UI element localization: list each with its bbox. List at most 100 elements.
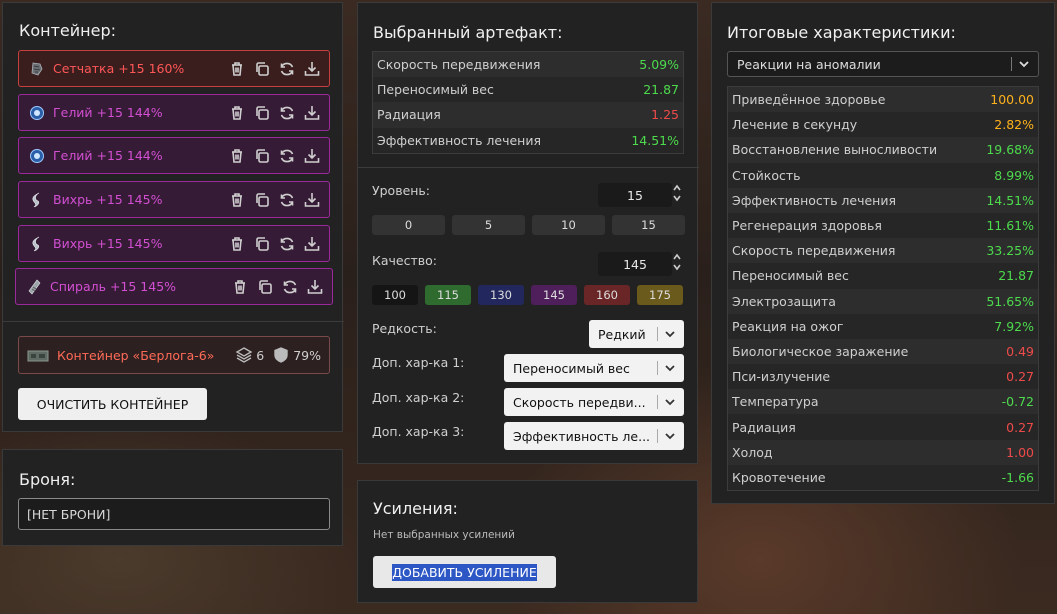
level-preset-chip[interactable]: 15 — [612, 215, 685, 235]
download-icon[interactable] — [303, 191, 321, 209]
refresh-icon[interactable] — [278, 191, 296, 209]
copy-icon[interactable] — [253, 235, 271, 253]
extra1-select[interactable]: Переносимый вес — [504, 354, 684, 382]
level-spinner[interactable] — [672, 183, 682, 207]
download-icon[interactable] — [303, 104, 321, 122]
shield-icon — [274, 347, 288, 363]
refresh-icon[interactable] — [278, 235, 296, 253]
chevron-down-icon — [665, 399, 675, 406]
refresh-icon[interactable] — [278, 60, 296, 78]
trash-icon[interactable] — [228, 191, 246, 209]
trash-icon[interactable] — [228, 147, 246, 165]
artifact-row[interactable]: Вихрь +15 145% — [18, 181, 330, 218]
stat-name: Эффективность лечения — [377, 132, 542, 148]
spiral-artifact-icon — [26, 279, 42, 295]
refresh-icon[interactable] — [278, 147, 296, 165]
copy-icon[interactable] — [253, 60, 271, 78]
stat-row: Пси-излучение 0.27 — [728, 364, 1038, 390]
quality-label: Качество: — [372, 253, 437, 268]
mesh-artifact-icon — [29, 61, 45, 77]
quality-preset-chip[interactable]: 115 — [425, 285, 471, 305]
trash-icon[interactable] — [228, 235, 246, 253]
download-icon[interactable] — [303, 60, 321, 78]
download-icon[interactable] — [303, 147, 321, 165]
quality-preset-chip[interactable]: 145 — [531, 285, 577, 305]
layers-icon — [235, 347, 253, 363]
stat-name: Переносимый вес — [732, 268, 849, 284]
armor-panel: Броня: [НЕТ БРОНИ] — [2, 449, 343, 546]
chevron-down-icon[interactable] — [672, 193, 682, 203]
stat-value: -1.66 — [1001, 469, 1034, 485]
stat-value: -0.72 — [1001, 394, 1034, 410]
rarity-select[interactable]: Редкий — [589, 320, 684, 348]
stat-name: Температура — [732, 394, 819, 410]
level-preset-chip[interactable]: 5 — [452, 215, 525, 235]
copy-icon[interactable] — [253, 104, 271, 122]
stat-row: Эффективность лечения 14.51% — [373, 127, 683, 153]
artifact-row[interactable]: Гелий +15 144% — [18, 94, 330, 131]
container-divider — [3, 321, 344, 322]
artifact-row[interactable]: Гелий +15 144% — [18, 137, 330, 174]
level-preset-chip[interactable]: 10 — [532, 215, 605, 235]
stat-value: 7.92% — [994, 318, 1034, 334]
add-boost-button[interactable]: ДОБАВИТЬ УСИЛЕНИЕ — [373, 556, 556, 588]
copy-icon[interactable] — [256, 278, 274, 296]
artifact-row[interactable]: Спираль +15 145% — [15, 268, 333, 305]
extra3-select[interactable]: Эффективность ле... — [504, 422, 684, 450]
selected-stats-table: Скорость передвижения 5.09% Переносимый ве… — [372, 51, 684, 154]
chevron-up-icon[interactable] — [672, 252, 682, 262]
quality-preset-chip[interactable]: 130 — [478, 285, 524, 305]
stat-row: Приведённое здоровье 100.00 — [728, 87, 1038, 113]
download-icon[interactable] — [303, 235, 321, 253]
chevron-up-icon[interactable] — [672, 183, 682, 193]
armor-field[interactable]: [НЕТ БРОНИ] — [18, 498, 330, 530]
trash-icon[interactable] — [228, 60, 246, 78]
quality-preset-chip[interactable]: 100 — [372, 285, 418, 305]
stat-value: 33.25% — [986, 243, 1034, 259]
stat-name: Скорость передвижения — [377, 57, 541, 73]
stat-name: Приведённое здоровье — [732, 92, 886, 108]
copy-icon[interactable] — [253, 191, 271, 209]
vortex-artifact-icon — [29, 236, 45, 252]
quality-input[interactable]: 145 — [598, 252, 672, 276]
totals-stats-table: Приведённое здоровье 100.00 Лечение в секу… — [727, 86, 1039, 491]
stat-value: 19.68% — [986, 142, 1034, 158]
selected-artifact-panel: Выбранный артефакт: Скорость передвижени… — [357, 2, 699, 464]
stat-value: 5.09% — [639, 57, 679, 73]
trash-icon[interactable] — [231, 278, 249, 296]
copy-icon[interactable] — [253, 147, 271, 165]
quality-preset-chip[interactable]: 160 — [584, 285, 630, 305]
stat-name: Реакция на ожог — [732, 318, 844, 334]
stat-name: Скорость передвижения — [732, 243, 896, 259]
artifact-actions — [228, 104, 321, 122]
artifact-label: Спираль +15 145% — [50, 279, 177, 294]
totals-filter-select[interactable]: Реакции на аномалии — [727, 51, 1039, 77]
stat-value: 11.61% — [986, 218, 1034, 234]
stat-value: 1.25 — [651, 107, 679, 123]
chevron-down-icon[interactable] — [672, 262, 682, 272]
level-preset-chip[interactable]: 0 — [372, 215, 445, 235]
artifact-row[interactable]: Сетчатка +15 160% — [18, 50, 330, 87]
stat-value: 1.00 — [1006, 444, 1034, 460]
refresh-icon[interactable] — [278, 104, 296, 122]
container-box-row[interactable]: Контейнер «Берлога-6» 6 79% — [18, 336, 330, 374]
boosts-empty-text: Нет выбранных усилений — [373, 529, 515, 541]
quality-spinner[interactable] — [672, 252, 682, 276]
artifact-row[interactable]: Вихрь +15 145% — [18, 225, 330, 262]
stat-row: Скорость передвижения 5.09% — [373, 52, 683, 78]
container-panel: Контейнер: Сетчатка +15 160% Гелий +15 14… — [2, 2, 344, 432]
protection-stat: 79% — [272, 346, 321, 364]
artifact-actions — [228, 235, 321, 253]
totals-filter-value: Реакции на аномалии — [737, 56, 881, 72]
quality-preset-chip[interactable]: 175 — [637, 285, 683, 305]
stat-name: Стойкость — [732, 167, 801, 183]
level-input[interactable]: 15 — [598, 183, 672, 207]
extra2-select[interactable]: Скорость передви... — [504, 388, 684, 416]
trash-icon[interactable] — [228, 104, 246, 122]
selected-title: Выбранный артефакт: — [373, 23, 563, 42]
chevron-down-icon — [1019, 61, 1029, 68]
download-icon[interactable] — [306, 278, 324, 296]
refresh-icon[interactable] — [281, 278, 299, 296]
stat-value: 51.65% — [986, 293, 1034, 309]
clear-container-button[interactable]: ОЧИСТИТЬ КОНТЕЙНЕР — [18, 388, 207, 420]
